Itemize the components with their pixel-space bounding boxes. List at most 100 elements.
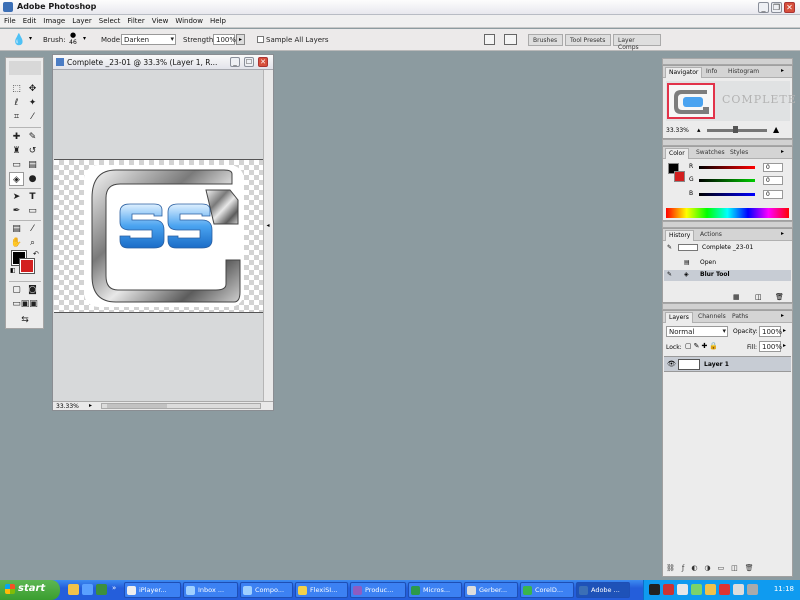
document-horizontal-scrollbar[interactable] <box>101 403 261 409</box>
taskbar-button-compose[interactable]: Compo... <box>240 582 293 598</box>
tab-history[interactable]: History <box>665 230 695 241</box>
menu-view[interactable]: View <box>148 15 172 25</box>
opacity-slider-button[interactable]: ▸ <box>783 327 786 334</box>
tab-swatches[interactable]: Swatches <box>693 148 728 159</box>
tray-volume-icon[interactable] <box>733 584 744 595</box>
clone-stamp-tool-icon[interactable]: ♜ <box>9 144 24 158</box>
navigator-zoom[interactable]: 33.33% <box>666 127 689 134</box>
document-title-bar[interactable]: Complete _23-01 @ 33.3% (Layer 1, R... _… <box>53 55 273 70</box>
tray-alert-icon[interactable] <box>719 584 730 595</box>
tab-histogram[interactable]: Histogram <box>725 67 762 78</box>
document-vertical-scrollbar[interactable] <box>263 70 273 401</box>
color-palette-grip[interactable] <box>662 139 793 146</box>
menu-select[interactable]: Select <box>95 15 124 25</box>
screen-mode-icons[interactable]: ▭▣▣ <box>9 297 41 311</box>
doc-maximize-button[interactable]: ☐ <box>244 57 254 67</box>
navigator-preview[interactable]: COMPLETE <box>666 81 796 121</box>
feather-logo-icon[interactable] <box>9 61 41 75</box>
pen-tool-icon[interactable]: ✒ <box>9 204 24 218</box>
gradient-tool-icon[interactable]: ▤ <box>25 158 40 172</box>
new-document-from-state-icon[interactable]: ▦ <box>733 293 740 301</box>
history-item-selected[interactable]: ✎ ◈ Blur Tool <box>664 270 791 281</box>
channel-b-value[interactable]: 0 <box>763 190 783 199</box>
standard-mode-icon[interactable]: ▢ <box>9 283 24 297</box>
taskbar-button-production[interactable]: Produc... <box>350 582 406 598</box>
taskbar-button-inbox[interactable]: Inbox ... <box>183 582 238 598</box>
tab-channels[interactable]: Channels <box>695 312 729 323</box>
channel-b-slider[interactable] <box>699 193 755 196</box>
marquee-tool-icon[interactable]: ⬚ <box>9 82 24 96</box>
menu-layer[interactable]: Layer <box>68 15 95 25</box>
scroll-handle-icon[interactable]: ◂ <box>263 222 273 232</box>
menu-window[interactable]: Window <box>171 15 206 25</box>
taskbar-button-adobe[interactable]: Adobe ... <box>576 582 630 598</box>
file-browser-icon[interactable] <box>484 34 495 45</box>
opacity-input[interactable]: 100% <box>759 326 782 337</box>
tray-device-icon[interactable] <box>747 584 758 595</box>
strength-slider-button[interactable]: ▸ <box>236 34 245 45</box>
tab-styles[interactable]: Styles <box>727 148 751 159</box>
channel-g-value[interactable]: 0 <box>763 176 783 185</box>
sample-all-layers-checkbox[interactable] <box>257 36 264 43</box>
shape-tool-icon[interactable]: ▭ <box>25 204 40 218</box>
tray-status-icon[interactable] <box>691 584 702 595</box>
brush-tool-icon[interactable]: ✎ <box>25 130 40 144</box>
tab-layer-comps[interactable]: Layer Comps <box>613 34 661 51</box>
quicklaunch-ie-icon[interactable] <box>82 584 93 595</box>
tab-paths[interactable]: Paths <box>729 312 751 323</box>
hand-tool-icon[interactable]: ✋ <box>9 236 24 250</box>
tab-layers[interactable]: Layers <box>665 312 693 323</box>
taskbar-button-microsoft[interactable]: Micros... <box>408 582 462 598</box>
tab-color[interactable]: Color <box>665 148 689 159</box>
document-zoom[interactable]: 33.33% <box>56 403 79 410</box>
tray-app-icon[interactable] <box>649 584 660 595</box>
palette-menu-icon[interactable]: ▸ <box>781 148 784 155</box>
jump-to-imageready-icon[interactable]: ⇆ <box>9 313 41 327</box>
tab-info[interactable]: Info <box>703 67 720 78</box>
layers-palette-grip[interactable] <box>662 303 793 310</box>
eye-icon[interactable]: 👁 <box>667 360 676 368</box>
history-item[interactable]: ▤ Open <box>664 258 791 269</box>
menu-file[interactable]: File <box>0 15 19 25</box>
brush-preview[interactable]: ● 46 <box>66 31 80 46</box>
menu-image[interactable]: Image <box>39 15 68 25</box>
healing-brush-tool-icon[interactable]: ✚ <box>9 130 24 144</box>
quicklaunch-more-icon[interactable]: » <box>112 584 116 592</box>
taskbar-button-coreldraw[interactable]: CorelD... <box>520 582 574 598</box>
blend-mode-select[interactable]: Normal ▾ <box>666 326 728 337</box>
fill-input[interactable]: 100% <box>759 341 782 352</box>
start-button[interactable]: start <box>0 580 60 600</box>
history-brush-source-icon[interactable]: ✎ <box>667 244 672 251</box>
lasso-tool-icon[interactable]: ℓ <box>9 96 24 110</box>
magic-wand-tool-icon[interactable]: ✦ <box>25 96 40 110</box>
status-menu-icon[interactable]: ▸ <box>89 402 92 409</box>
doc-close-button[interactable]: ✕ <box>258 57 268 67</box>
slice-tool-icon[interactable]: ⁄ <box>25 110 40 124</box>
history-palette-grip[interactable] <box>662 221 793 228</box>
minimize-button[interactable]: _ <box>758 2 769 13</box>
fill-slider-button[interactable]: ▸ <box>783 342 786 349</box>
dodge-tool-icon[interactable]: ● <box>25 172 40 186</box>
menu-edit[interactable]: Edit <box>19 15 40 25</box>
canvas[interactable] <box>54 159 263 313</box>
blur-tool-button[interactable]: ◈ <box>9 172 24 186</box>
zoom-slider-handle[interactable] <box>733 126 738 133</box>
quick-mask-mode-icon[interactable]: ◙ <box>25 283 40 297</box>
navigator-view-box[interactable] <box>667 83 715 119</box>
tray-messenger-icon[interactable] <box>705 584 716 595</box>
channel-r-slider[interactable] <box>699 166 755 169</box>
tab-tool-presets[interactable]: Tool Presets <box>565 34 611 46</box>
taskbar-button-iplayer[interactable]: iPlayer... <box>124 582 181 598</box>
path-selection-tool-icon[interactable]: ➤ <box>9 190 24 204</box>
history-brush-source-icon[interactable]: ✎ <box>667 271 672 278</box>
move-tool-icon[interactable]: ✥ <box>25 82 40 96</box>
palette-menu-icon[interactable]: ▸ <box>781 67 784 74</box>
zoom-out-icon[interactable]: ▴ <box>697 126 701 134</box>
brush-dropdown[interactable]: ▾ <box>80 34 89 45</box>
restore-button[interactable]: ❐ <box>771 2 782 13</box>
taskbar-button-gerber[interactable]: Gerber... <box>464 582 518 598</box>
tab-navigator[interactable]: Navigator <box>665 67 703 78</box>
blur-tool-icon[interactable]: 💧 <box>12 33 26 46</box>
doc-minimize-button[interactable]: _ <box>230 57 240 67</box>
zoom-tool-icon[interactable]: ⌕ <box>25 236 40 250</box>
